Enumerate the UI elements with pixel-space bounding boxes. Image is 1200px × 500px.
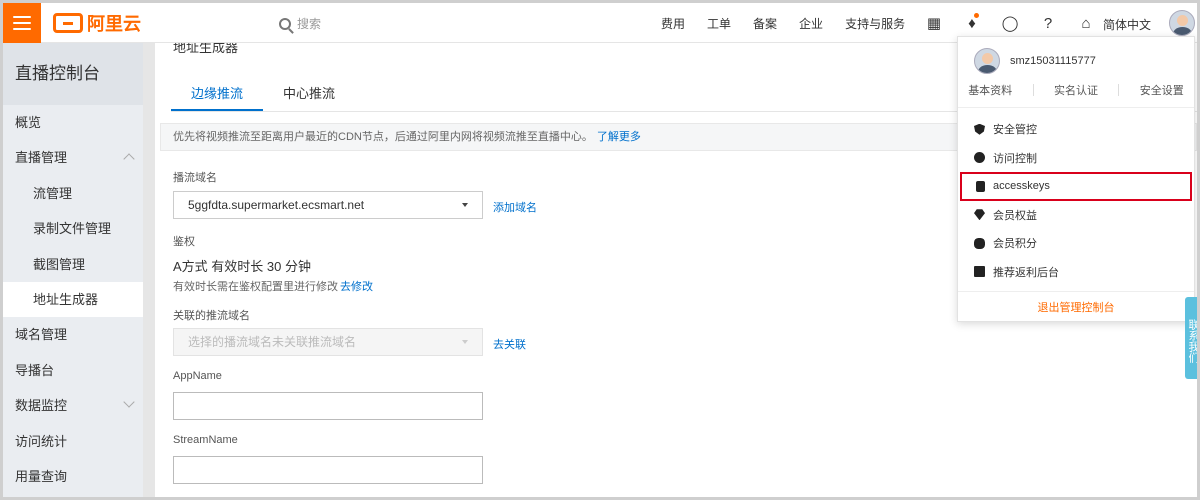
diamond-icon bbox=[974, 209, 985, 221]
notice-text: 优先将视频推流至距离用户最近的CDN节点，后通过阿里内网将视频流推至直播中心。 bbox=[173, 131, 593, 143]
appname-input[interactable] bbox=[173, 392, 483, 420]
security-settings-link[interactable]: 安全设置 bbox=[1140, 82, 1184, 98]
tab-center-push[interactable]: 中心推流 bbox=[263, 77, 355, 111]
logo-text: 阿里云 bbox=[87, 14, 141, 34]
sidebar-item-data-monitoring[interactable]: 数据监控 bbox=[3, 388, 143, 423]
sidebar-item-live-management[interactable]: 直播管理 bbox=[3, 140, 143, 175]
menu-item-security-control[interactable]: 安全管控 bbox=[958, 115, 1194, 144]
auth-mode: A方式 有效时长 30 分钟 bbox=[173, 259, 311, 274]
sidebar-item-snapshot[interactable]: 截图管理 bbox=[3, 247, 143, 282]
divider bbox=[1118, 84, 1120, 96]
play-domain-select[interactable]: 5ggfdta.supermarket.ecsmart.net bbox=[173, 191, 483, 219]
language-selector[interactable]: 简体中文 bbox=[1103, 16, 1151, 33]
streamname-label: StreamName bbox=[173, 434, 238, 446]
aliyun-logo[interactable]: 阿里云 bbox=[53, 11, 141, 35]
push-tabs: 边缘推流 中心推流 bbox=[171, 77, 355, 111]
search-box[interactable]: 搜索 bbox=[279, 15, 321, 32]
menu-item-label: 会员权益 bbox=[993, 209, 1037, 222]
play-domain-label: 播流域名 bbox=[173, 172, 217, 184]
sidebar-item-usage-query[interactable]: 用量查询 bbox=[3, 459, 143, 494]
logout-button[interactable]: 退出管理控制台 bbox=[958, 295, 1194, 321]
user-avatar[interactable] bbox=[1169, 10, 1195, 36]
sidebar-item-production-studio[interactable]: 导播台 bbox=[3, 353, 143, 388]
search-placeholder: 搜索 bbox=[297, 17, 322, 31]
sidebar-item-label: 数据监控 bbox=[15, 398, 68, 414]
push-domain-select[interactable]: 选择的播流域名未关联推流域名 bbox=[173, 328, 483, 356]
add-domain-link[interactable]: 添加域名 bbox=[493, 199, 537, 215]
dropdown-username: smz15031115777 bbox=[1010, 55, 1096, 67]
search-icon bbox=[279, 17, 291, 30]
sidebar-item-stream-management[interactable]: 流管理 bbox=[3, 176, 143, 211]
notification-dot bbox=[974, 13, 979, 18]
menu-item-label: 访问控制 bbox=[993, 152, 1037, 165]
streamname-input[interactable] bbox=[173, 456, 483, 484]
sidebar-item-url-generator[interactable]: 地址生成器 bbox=[3, 281, 143, 318]
menu-item-label: 安全管控 bbox=[993, 124, 1037, 137]
account-links: 基本资料 实名认证 安全设置 bbox=[958, 81, 1194, 99]
dropdown-menu-list: 安全管控 访问控制 accesskeys 会员权益 会员积分 推荐返利后台 bbox=[958, 115, 1194, 286]
menu-item-label: 推荐返利后台 bbox=[993, 266, 1059, 279]
nav-icp[interactable]: 备案 bbox=[753, 15, 777, 32]
auth-modify-link[interactable]: 去修改 bbox=[340, 281, 373, 293]
coin-icon bbox=[974, 237, 985, 249]
chevron-down-icon bbox=[123, 396, 135, 408]
sidebar-item-label: 直播管理 bbox=[15, 150, 68, 166]
nav-tickets[interactable]: 工单 bbox=[707, 15, 731, 32]
sidebar-item-domain-management[interactable]: 域名管理 bbox=[3, 317, 143, 352]
real-name-link[interactable]: 实名认证 bbox=[1054, 82, 1098, 98]
associate-link[interactable]: 去关联 bbox=[493, 336, 526, 352]
menu-item-member-points[interactable]: 会员积分 bbox=[958, 229, 1194, 258]
contact-us-tab[interactable]: 联系我们 bbox=[1185, 297, 1197, 379]
sidebar-scrollbar[interactable] bbox=[143, 43, 155, 497]
book-icon bbox=[974, 266, 985, 278]
sidebar-item-overview[interactable]: 概览 bbox=[3, 105, 143, 140]
auth-hint-text: 有效时长需在鉴权配置里进行修改 bbox=[173, 281, 338, 293]
terminal-icon[interactable]: ▦ bbox=[915, 3, 953, 43]
divider bbox=[958, 107, 1194, 108]
dropdown-avatar bbox=[974, 48, 1000, 74]
push-domain-placeholder: 选择的播流域名未关联推流域名 bbox=[188, 335, 357, 349]
hamburger-menu-button[interactable] bbox=[3, 3, 41, 43]
learn-more-link[interactable]: 了解更多 bbox=[597, 131, 641, 143]
push-domain-label: 关联的推流域名 bbox=[173, 310, 250, 322]
console-frame: 阿里云 搜索 费用 工单 备案 企业 支持与服务 ▦ ♦ ◯ ? ⌂ 简体中文 … bbox=[3, 3, 1197, 497]
divider bbox=[958, 291, 1194, 292]
user-icon bbox=[974, 152, 985, 164]
appname-label: AppName bbox=[173, 370, 222, 382]
dropdown-arrow-icon bbox=[462, 340, 468, 344]
menu-item-referral[interactable]: 推荐返利后台 bbox=[958, 258, 1194, 287]
menu-item-accesskeys[interactable]: accesskeys bbox=[960, 172, 1192, 201]
menu-item-access-control[interactable]: 访问控制 bbox=[958, 144, 1194, 173]
sidebar-title: 直播控制台 bbox=[3, 43, 143, 105]
menu-item-label: 会员积分 bbox=[993, 238, 1037, 251]
tab-edge-push[interactable]: 边缘推流 bbox=[171, 77, 264, 111]
key-icon bbox=[976, 180, 985, 192]
auth-hint: 有效时长需在鉴权配置里进行修改 去修改 bbox=[173, 278, 373, 294]
play-domain-value: 5ggfdta.supermarket.ecsmart.net bbox=[188, 198, 365, 212]
user-dropdown-menu: smz15031115777 基本资料 实名认证 安全设置 安全管控 访问控制 … bbox=[957, 36, 1195, 322]
chevron-up-icon bbox=[123, 153, 135, 166]
auth-label: 鉴权 bbox=[173, 236, 195, 248]
nav-support[interactable]: 支持与服务 bbox=[845, 15, 905, 32]
sidebar: 直播控制台 概览 直播管理 流管理 录制文件管理 截图管理 地址生成器 域名管理… bbox=[3, 43, 143, 497]
sidebar-item-access-stats[interactable]: 访问统计 bbox=[3, 424, 143, 459]
shield-icon bbox=[974, 123, 985, 135]
divider bbox=[1032, 84, 1034, 96]
aliyun-logo-icon bbox=[53, 13, 83, 33]
dropdown-arrow-icon bbox=[462, 203, 468, 207]
nav-enterprise[interactable]: 企业 bbox=[799, 15, 823, 32]
top-nav: 费用 工单 备案 企业 支持与服务 bbox=[661, 3, 927, 43]
menu-item-member-benefits[interactable]: 会员权益 bbox=[958, 201, 1194, 230]
basic-info-link[interactable]: 基本资料 bbox=[968, 82, 1012, 98]
nav-fees[interactable]: 费用 bbox=[661, 15, 685, 32]
menu-item-label: accesskeys bbox=[993, 180, 1050, 193]
sidebar-item-recording-files[interactable]: 录制文件管理 bbox=[3, 211, 143, 246]
